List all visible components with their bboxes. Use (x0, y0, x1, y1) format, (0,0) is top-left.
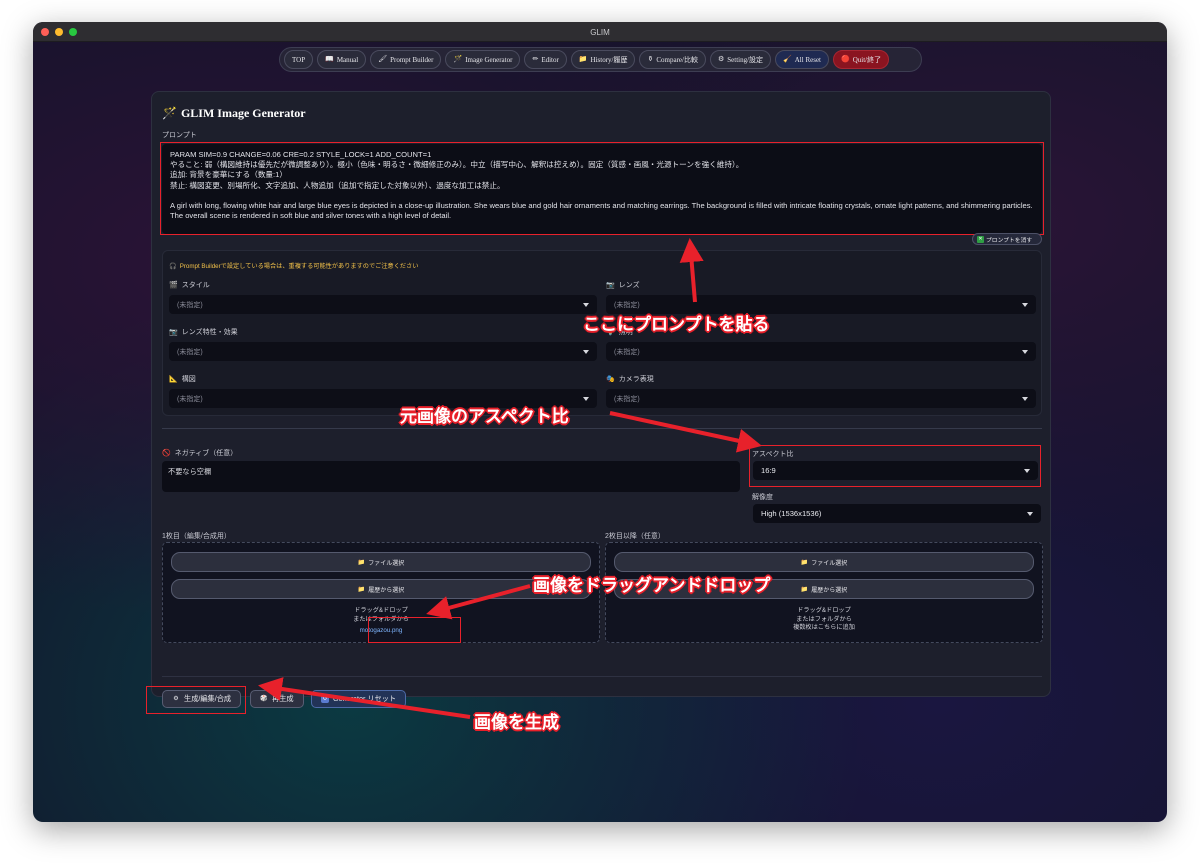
upload2-drop-text: ドラッグ&ドロップ またはフォルダから 複数枚はこちらに追加 (793, 607, 855, 631)
clear-prompt-button[interactable]: ✕ プロンプトを消す (972, 233, 1042, 245)
app-window: GLIM TOP 📖 Manual 🖌 Prompt Builder 🪄 Image … (33, 22, 1167, 822)
builder-warning: 🎧 Prompt Builderで設定している場合は、重複する可能性がありますの… (169, 262, 419, 271)
negative-input[interactable]: 不要なら空欄 (162, 461, 740, 492)
image-generator-panel: 🪄 GLIM Image Generator プロンプト PARAM SIM=0… (146, 91, 1051, 714)
chevron-down-icon (583, 349, 589, 354)
action-divider (162, 676, 1042, 677)
chevron-down-icon (1022, 302, 1028, 307)
chevron-down-icon (583, 302, 589, 307)
lens-label: 📷 レンズ (606, 282, 640, 289)
regenerate-button[interactable]: 🎲 再生成 (250, 690, 304, 708)
pencil-icon: ✏ (532, 55, 539, 63)
prompt-highlight-box (160, 142, 1044, 235)
annotation-drag-drop: 画像をドラッグアンドドロップ (533, 576, 771, 595)
annotation-paste-prompt: ここにプロンプトを貼る (583, 315, 770, 334)
camera-expression-select[interactable]: (未指定) (606, 389, 1036, 408)
camera-expression-label: 🎭 カメラ表現 (606, 376, 654, 383)
triangle-ruler-icon: 📐 (169, 376, 178, 383)
style-select[interactable]: (未指定) (169, 295, 597, 314)
nav-top-button[interactable]: TOP (284, 50, 314, 69)
warning-icon: 🎧 (169, 262, 177, 270)
camera-icon: 📷 (169, 329, 178, 336)
annotation-aspect: 元画像のアスペクト比 (400, 407, 569, 426)
folder-icon: 📁 (357, 586, 366, 593)
brush-icon: 🖌 (378, 55, 388, 63)
magic-wand-icon: 🪄 (453, 55, 463, 63)
lens-effect-select[interactable]: (未指定) (169, 342, 597, 361)
generator-reset-button[interactable]: ↺ Generator リセット (311, 690, 407, 708)
prompt-label: プロンプト (162, 132, 197, 139)
nav-compare-button[interactable]: ⚱ Compare/比較 (639, 50, 706, 69)
dice-icon: 🎲 (260, 696, 268, 702)
book-icon: 📖 (325, 55, 334, 63)
broom-icon: 🧹 (783, 55, 792, 63)
upload1-history-button[interactable]: 📁 履歴から選択 (171, 579, 591, 599)
lighting-select[interactable]: (未指定) (606, 342, 1036, 361)
nav-manual-button[interactable]: 📖 Manual (317, 50, 367, 69)
magic-wand-icon: 🪄 (162, 106, 177, 120)
resolution-select[interactable]: High (1536x1536) (753, 504, 1041, 523)
nav-history-button[interactable]: 📁 History/履歴 (570, 50, 636, 69)
folder-icon: 📁 (357, 559, 366, 566)
negative-label: 🚫 ネガティブ（任意） (162, 450, 238, 457)
nav-quit-button[interactable]: 🔴 Quit/終了 (833, 50, 890, 69)
masks-icon: 🎭 (606, 376, 615, 383)
upload1-label: 1枚目（編集/合成用） (162, 533, 231, 540)
folder-icon: 📁 (800, 559, 809, 566)
nav-prompt-builder-button[interactable]: 🖌 Prompt Builder (370, 50, 442, 69)
generate-highlight-box (146, 686, 246, 714)
resolution-label: 解像度 (752, 494, 773, 501)
prohibited-icon: 🚫 (162, 450, 171, 457)
upload2-label: 2枚目以降（任意） (605, 533, 665, 540)
nav-setting-button[interactable]: ⚙ Setting/設定 (709, 50, 772, 69)
chevron-down-icon (1022, 349, 1028, 354)
nav-editor-button[interactable]: ✏ Editor (524, 50, 567, 69)
composition-label: 📐 構図 (169, 376, 196, 383)
page-title: 🪄 GLIM Image Generator (162, 106, 306, 120)
window-title: GLIM (590, 28, 610, 37)
folder-icon: 📁 (800, 586, 809, 593)
camera-icon: 📷 (606, 282, 615, 289)
upload1-file-button[interactable]: 📁 ファイル選択 (171, 552, 591, 572)
clapper-icon: 🎬 (169, 282, 178, 289)
chevron-down-icon (1027, 511, 1033, 516)
gear-icon: ⚙ (717, 55, 725, 63)
annotation-generate: 画像を生成 (474, 713, 559, 732)
cross-mark-icon: ✕ (977, 235, 984, 243)
red-circle-icon: 🔴 (841, 55, 850, 63)
title-bar: GLIM (33, 22, 1167, 42)
nav-all-reset-button[interactable]: 🧹 All Reset (775, 50, 829, 69)
reset-icon: ↺ (321, 695, 329, 703)
style-label: 🎬 スタイル (169, 282, 210, 289)
chevron-down-icon (1022, 396, 1028, 401)
filename-highlight-box (368, 617, 461, 643)
vase-icon: ⚱ (647, 55, 654, 63)
upload2-file-button[interactable]: 📁 ファイル選択 (614, 552, 1034, 572)
section-divider (162, 428, 1042, 429)
folder-icon: 📁 (578, 55, 588, 63)
aspect-highlight-box (749, 445, 1041, 487)
chevron-down-icon (583, 396, 589, 401)
top-nav: TOP 📖 Manual 🖌 Prompt Builder 🪄 Image Gener… (279, 47, 922, 72)
lens-effect-label: 📷 レンズ特性・効果 (169, 329, 238, 336)
nav-image-generator-button[interactable]: 🪄 Image Generator (445, 50, 521, 69)
